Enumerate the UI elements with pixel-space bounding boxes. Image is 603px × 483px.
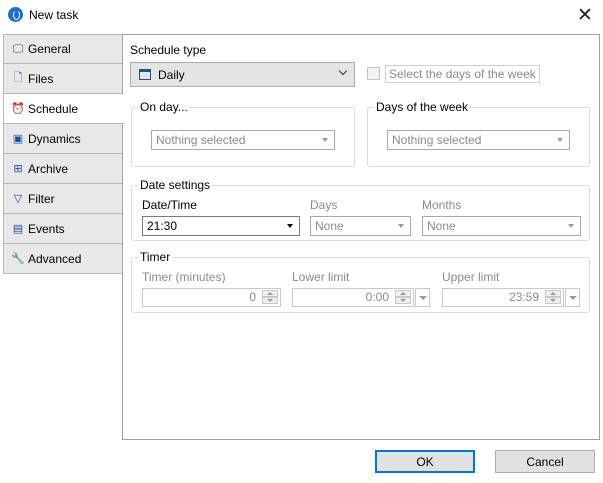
datetime-dropdown[interactable]: 21:30 [142, 216, 300, 236]
file-icon: 🗋 [13, 71, 23, 84]
close-icon: ✕ [577, 4, 593, 26]
timer-minutes-value: 0 [249, 290, 256, 304]
title-bar: New task ✕ [0, 0, 603, 30]
upper-limit-value: 23:59 [508, 290, 539, 304]
lower-limit-stepper[interactable]: 0:00 [292, 288, 414, 307]
calendar-icon [139, 69, 151, 80]
date-settings-title: Date settings [138, 178, 213, 192]
upper-limit-dropdown-button[interactable] [565, 288, 580, 307]
ok-button[interactable]: OK [375, 450, 475, 473]
tab-label: Filter [28, 191, 55, 206]
on-day-value: Nothing selected [156, 133, 246, 147]
tab-filter[interactable]: ▽ Filter [3, 184, 123, 214]
tab-files[interactable]: 🗋 Files [3, 64, 123, 94]
days-of-week-checkbox-label: Select the days of the week [385, 65, 540, 83]
funnel-icon: ▽ [13, 192, 23, 205]
chevron-down-icon [398, 224, 404, 228]
lower-limit-dropdown-button[interactable] [415, 288, 430, 307]
timer-minutes-label: Timer (minutes) [142, 270, 226, 284]
spin-down-icon[interactable] [395, 297, 411, 304]
tab-label: Files [28, 71, 54, 86]
window-title: New task [29, 8, 79, 22]
app-icon [8, 7, 23, 22]
tab-dynamics[interactable]: ▣ Dynamics [3, 124, 123, 154]
upper-limit-label: Upper limit [442, 270, 500, 284]
tab-label: Schedule [28, 101, 79, 116]
upper-limit-stepper[interactable]: 23:59 [442, 288, 564, 307]
tab-events[interactable]: ▤ Events [3, 214, 123, 244]
dynamics-icon: ▣ [12, 132, 24, 145]
date-settings-group: Date settings Date/Time 21:30 Days None … [131, 178, 590, 241]
days-of-week-value: Nothing selected [392, 133, 482, 147]
schedule-type-label: Schedule type [130, 43, 207, 57]
schedule-panel: Schedule type Daily Select the days of t… [122, 34, 600, 440]
datetime-label: Date/Time [142, 198, 197, 212]
timer-title: Timer [138, 250, 173, 264]
spin-up-icon[interactable] [262, 290, 278, 297]
calendar-icon: ▤ [12, 222, 24, 235]
tab-label: General [28, 42, 71, 56]
days-of-week-checkbox[interactable] [367, 67, 380, 80]
chevron-down-icon [287, 224, 293, 228]
spin-up-icon[interactable] [545, 290, 561, 297]
days-dropdown[interactable]: None [310, 216, 411, 236]
on-day-group: On day... Nothing selected [131, 100, 355, 167]
spin-down-icon[interactable] [545, 297, 561, 304]
datetime-value: 21:30 [147, 219, 178, 233]
cancel-button[interactable]: Cancel [495, 450, 595, 473]
days-of-week-group: Days of the week Nothing selected [367, 100, 590, 167]
chevron-down-icon [338, 66, 348, 76]
days-of-week-title: Days of the week [374, 100, 471, 114]
months-value: None [427, 219, 456, 233]
archive-icon: ⊞ [13, 162, 23, 175]
tab-label: Advanced [28, 251, 82, 266]
on-day-title: On day... [138, 100, 190, 114]
months-dropdown[interactable]: None [422, 216, 581, 236]
days-label: Days [310, 198, 338, 212]
clock-icon: ⏰ [11, 102, 25, 115]
chevron-down-icon [557, 138, 563, 142]
wrench-icon: 🔧 [11, 252, 25, 265]
months-label: Months [422, 198, 462, 212]
tab-label: Archive [28, 161, 69, 176]
tab-archive[interactable]: ⊞ Archive [3, 154, 123, 184]
on-day-dropdown[interactable]: Nothing selected [151, 130, 335, 150]
timer-group: Timer Timer (minutes) 0 Lower limit 0:00… [131, 250, 590, 313]
chevron-down-icon [568, 224, 574, 228]
timer-minutes-stepper[interactable]: 0 [142, 288, 281, 307]
spin-up-icon[interactable] [395, 290, 411, 297]
tab-label: Dynamics [28, 131, 81, 146]
days-of-week-dropdown[interactable]: Nothing selected [387, 130, 570, 150]
schedule-type-dropdown[interactable]: Daily [130, 62, 355, 87]
tab-advanced[interactable]: 🔧 Advanced [3, 244, 123, 274]
tab-general[interactable]: 🖵 General [3, 34, 123, 64]
lower-limit-label: Lower limit [292, 270, 350, 284]
close-button[interactable]: ✕ [570, 2, 600, 28]
monitor-icon: 🖵 [12, 42, 24, 55]
chevron-down-icon [322, 138, 328, 142]
schedule-type-value: Daily [158, 67, 185, 82]
tab-schedule[interactable]: ⏰ Schedule [3, 94, 124, 124]
days-value: None [315, 219, 344, 233]
lower-limit-value: 0:00 [365, 290, 389, 304]
spin-down-icon[interactable] [262, 297, 278, 304]
tab-list: 🖵 General 🗋 Files ⏰ Schedule ▣ Dynamics … [3, 34, 124, 274]
tab-label: Events [28, 221, 65, 236]
